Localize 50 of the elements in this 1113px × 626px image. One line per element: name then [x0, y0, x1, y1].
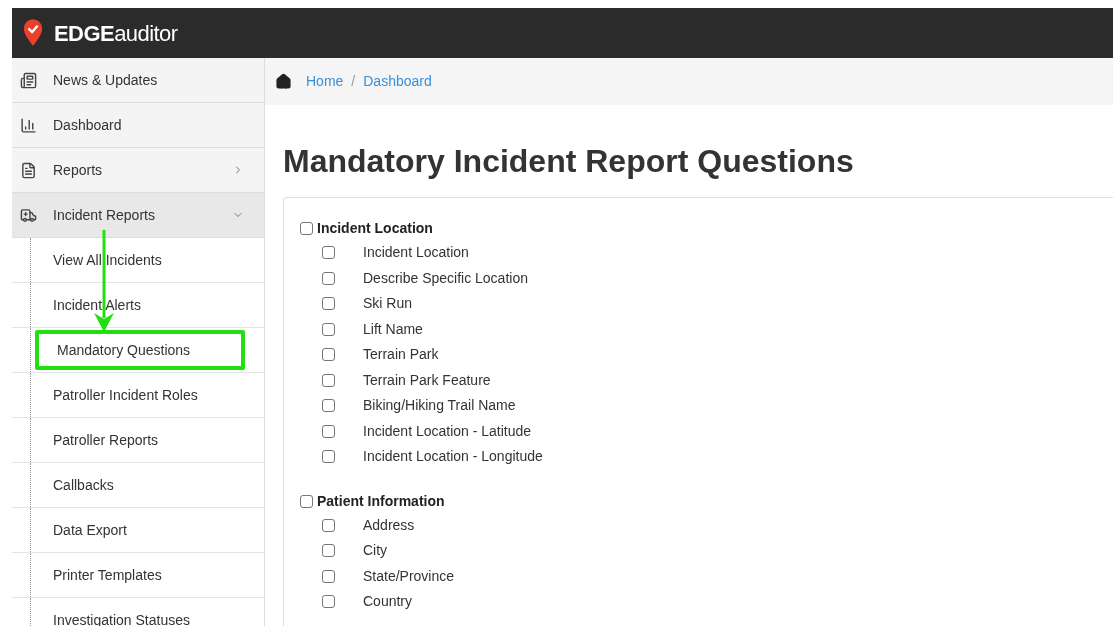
question-label: Address: [363, 515, 415, 535]
group-label: Incident Location: [317, 219, 433, 238]
group-label: Patient Information: [317, 491, 445, 511]
sidebar-item[interactable]: Dashboard: [12, 103, 264, 148]
question-checkbox[interactable]: [322, 297, 335, 311]
question-label: Incident Location - Longitude: [363, 447, 543, 467]
sidebar-subitem[interactable]: Data Export: [35, 510, 145, 550]
question-label: Lift Name: [363, 319, 423, 339]
question-checkbox[interactable]: [322, 373, 335, 387]
sidebar-item[interactable]: Incident Reports: [12, 193, 264, 238]
question-label: City: [363, 541, 388, 561]
question-checkbox[interactable]: [322, 271, 335, 285]
question-checkbox[interactable]: [322, 348, 335, 362]
question-checkbox[interactable]: [322, 424, 335, 438]
question-checkbox[interactable]: [322, 322, 335, 336]
news-icon: [20, 71, 37, 89]
question-checkbox[interactable]: [322, 544, 335, 558]
file-icon: [20, 161, 37, 179]
sidebar-subitem[interactable]: Mandatory Questions: [35, 330, 245, 370]
question-label: Terrain Park Feature: [363, 370, 491, 390]
group-checkbox[interactable]: [300, 494, 313, 508]
sidebar-subitem[interactable]: View All Incidents: [35, 240, 180, 280]
question-checkbox[interactable]: [322, 518, 335, 532]
chart-icon: [20, 116, 37, 134]
sidebar-subitem[interactable]: Patroller Incident Roles: [35, 375, 216, 415]
question-checkbox[interactable]: [322, 569, 335, 583]
sidebar-subitem[interactable]: Printer Templates: [35, 555, 180, 595]
sidebar-subitem[interactable]: Patroller Reports: [35, 420, 177, 460]
question-label: Ski Run: [363, 294, 413, 314]
sidebar-item[interactable]: News & Updates: [12, 58, 264, 103]
breadcrumb-separator: /: [351, 72, 356, 91]
sidebar-subitem[interactable]: Callbacks: [35, 465, 132, 505]
group-checkbox[interactable]: [300, 222, 313, 235]
question-checkbox[interactable]: [322, 246, 335, 260]
page-title: Mandatory Incident Report Questions: [283, 145, 855, 177]
question-label: Describe Specific Location: [363, 268, 528, 288]
home-icon: [275, 73, 292, 90]
question-label: Biking/Hiking Trail Name: [363, 396, 516, 416]
question-label: Country: [363, 592, 413, 612]
ambulance-icon: [20, 206, 37, 224]
brand-logo-text: EDGEauditor: [54, 19, 178, 48]
sidebar-item[interactable]: Reports: [12, 148, 264, 193]
question-label: State/Province: [363, 566, 455, 586]
question-checkbox[interactable]: [322, 399, 335, 413]
question-checkbox[interactable]: [322, 595, 335, 609]
question-label: Terrain Park: [363, 345, 439, 365]
question-checkbox[interactable]: [322, 450, 335, 464]
pin-check-logo-icon: [22, 19, 44, 47]
question-label: Incident Location: [363, 243, 469, 263]
question-label: Incident Location - Latitude: [363, 421, 532, 441]
